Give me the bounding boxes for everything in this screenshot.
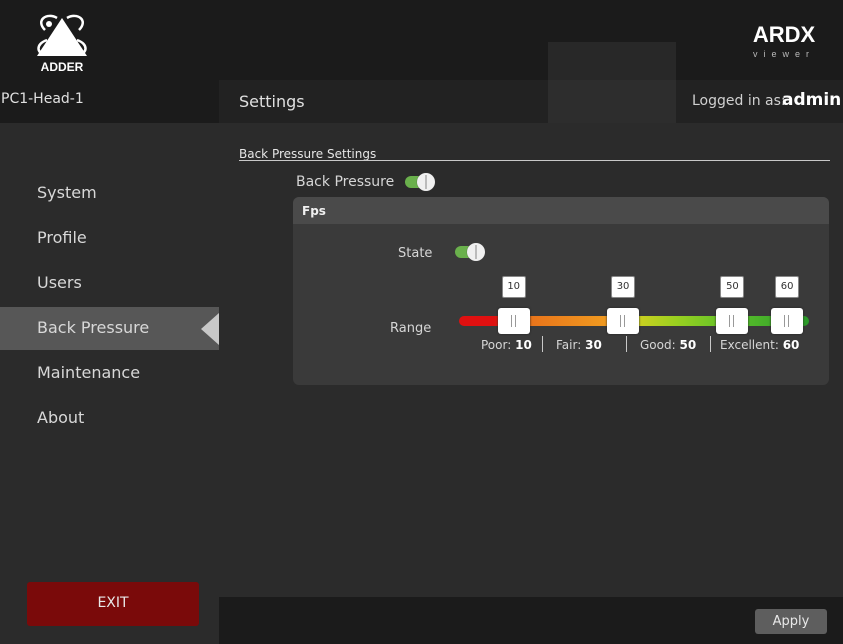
sidebar-item-maintenance[interactable]: Maintenance bbox=[0, 352, 219, 395]
sidebar-item-label: About bbox=[37, 408, 85, 427]
state-toggle[interactable] bbox=[455, 243, 485, 261]
legend-separator bbox=[710, 336, 711, 352]
exit-button[interactable]: EXIT bbox=[27, 582, 199, 626]
range-thumb-fair[interactable] bbox=[607, 308, 640, 334]
sidebar-item-label: Maintenance bbox=[37, 363, 141, 382]
range-thumb-poor[interactable] bbox=[497, 308, 530, 334]
range-value-box-good: 50 bbox=[720, 276, 745, 298]
sidebar-item-label: Profile bbox=[37, 228, 87, 247]
adder-logo: ADDER bbox=[37, 14, 87, 74]
range-thumb-excellent[interactable] bbox=[771, 308, 804, 334]
sidebar-item-label: System bbox=[37, 183, 97, 202]
device-name: PC1-Head-1 bbox=[1, 91, 84, 107]
sidebar-item-system[interactable]: System bbox=[0, 172, 219, 215]
back-pressure-toggle[interactable] bbox=[405, 173, 435, 191]
sidebar-item-users[interactable]: Users bbox=[0, 262, 219, 305]
legend-separator bbox=[542, 336, 543, 352]
exit-button-label: EXIT bbox=[97, 595, 129, 611]
range-value-box-fair: 30 bbox=[611, 276, 636, 298]
range-thumb-good[interactable] bbox=[716, 308, 749, 334]
sidebar-item-label: Back Pressure bbox=[37, 318, 150, 337]
back-pressure-label: Back Pressure bbox=[296, 174, 395, 190]
svg-text:viewer: viewer bbox=[753, 49, 815, 59]
range-label: Range bbox=[390, 321, 432, 336]
legend-excellent: Excellent: 60 bbox=[720, 338, 800, 352]
range-value-box-poor: 10 bbox=[501, 276, 526, 298]
sidebar-item-back-pressure[interactable]: Back Pressure bbox=[0, 307, 219, 350]
legend-good: Good: 50 bbox=[640, 338, 697, 352]
svg-text:ADDER: ADDER bbox=[41, 60, 84, 74]
toggle-knob bbox=[417, 173, 435, 191]
fps-panel bbox=[293, 197, 829, 385]
legend-poor: Poor: 10 bbox=[481, 338, 532, 352]
range-value-box-excellent: 60 bbox=[775, 276, 800, 298]
legend-fair: Fair: 30 bbox=[556, 338, 602, 352]
toggle-knob bbox=[467, 243, 485, 261]
sidebar-item-profile[interactable]: Profile bbox=[0, 217, 219, 260]
fps-panel-header bbox=[293, 197, 829, 224]
login-user: admin bbox=[782, 90, 842, 110]
legend-separator bbox=[626, 336, 627, 352]
state-label: State bbox=[398, 246, 433, 261]
footer-bar bbox=[219, 597, 843, 644]
apply-button-label: Apply bbox=[772, 614, 810, 629]
section-title: Back Pressure Settings bbox=[239, 147, 377, 161]
ardx-viewer-logo: ARDX viewer bbox=[753, 22, 816, 59]
apply-button[interactable]: Apply bbox=[755, 609, 827, 634]
sidebar-item-about[interactable]: About bbox=[0, 397, 219, 440]
section-divider bbox=[239, 160, 830, 161]
sidebar-item-label: Users bbox=[37, 273, 82, 292]
svg-text:ARDX: ARDX bbox=[753, 22, 816, 47]
fps-title: Fps bbox=[302, 204, 326, 218]
page-title: Settings bbox=[239, 92, 305, 111]
login-label: Logged in as: bbox=[692, 93, 786, 109]
